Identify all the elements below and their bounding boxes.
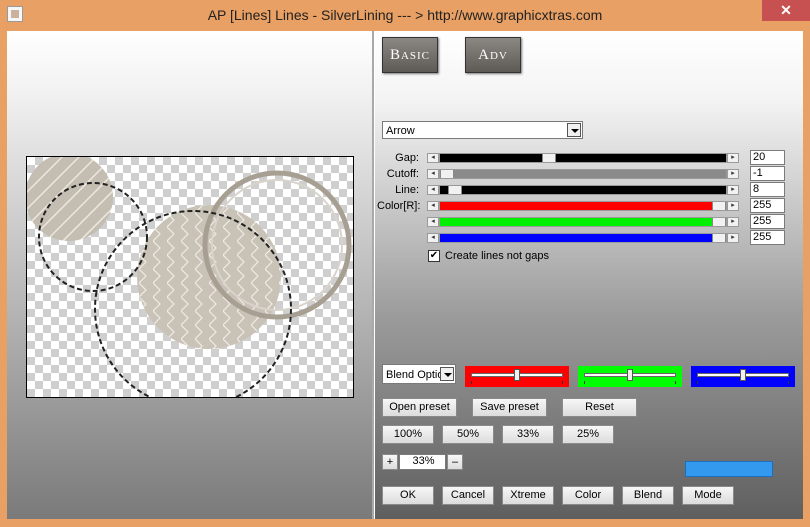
cutoff-slider[interactable]	[439, 169, 727, 179]
close-button[interactable]: ✕	[762, 0, 810, 21]
cutoff-right-arrow-icon[interactable]: ▸	[727, 169, 739, 179]
zoom-100-button[interactable]: 100%	[382, 425, 434, 444]
cutoff-slider-thumb[interactable]	[440, 170, 454, 178]
blend-options-select[interactable]: Blend Optio	[382, 364, 456, 384]
blue-left-arrow-icon[interactable]: ◂	[427, 233, 439, 243]
mode-select-value: Arrow	[386, 125, 415, 137]
line-slider[interactable]	[439, 185, 727, 195]
blend-button[interactable]: Blend	[622, 486, 674, 505]
red-slider[interactable]	[439, 201, 727, 211]
dialog-client: Basic Adv Arrow Gap: ◂ ▸ 20 Cutoff: ◂ ▸ …	[7, 31, 803, 519]
line-slider-fill-right	[462, 186, 726, 194]
green-right-arrow-icon[interactable]: ▸	[727, 217, 739, 227]
create-lines-checkbox[interactable]: ✔	[428, 250, 440, 262]
green-blend-slider[interactable]	[578, 366, 682, 387]
preview-panel	[7, 31, 372, 519]
open-preset-button[interactable]: Open preset	[382, 398, 457, 417]
blue-value-field[interactable]: 255	[750, 230, 785, 245]
title-bar: AP [Lines] Lines - SilverLining --- > ht…	[0, 0, 810, 31]
line-value-field[interactable]: 8	[750, 182, 785, 197]
gap-right-arrow-icon[interactable]: ▸	[727, 153, 739, 163]
mode-select[interactable]: Arrow	[382, 121, 583, 139]
red-left-arrow-icon[interactable]: ◂	[427, 201, 439, 211]
red-slider-thumb[interactable]	[712, 202, 726, 210]
gap-slider-fill-left	[440, 154, 542, 162]
preview-canvas[interactable]	[26, 156, 354, 398]
line-left-arrow-icon[interactable]: ◂	[427, 185, 439, 195]
gap-value-field[interactable]: 20	[750, 150, 785, 165]
blue-blend-knob[interactable]	[740, 369, 746, 381]
blue-slider[interactable]	[439, 233, 727, 243]
reset-button[interactable]: Reset	[562, 398, 637, 417]
green-slider-thumb[interactable]	[712, 218, 726, 226]
zoom-level-field[interactable]: 33%	[399, 454, 446, 470]
red-blend-knob[interactable]	[514, 369, 520, 381]
adv-tab-button[interactable]: Adv	[465, 37, 521, 73]
window-title: AP [Lines] Lines - SilverLining --- > ht…	[207, 7, 603, 23]
cutoff-value-field[interactable]: -1	[750, 166, 785, 181]
blue-blend-ticks	[697, 381, 789, 384]
blue-right-arrow-icon[interactable]: ▸	[727, 233, 739, 243]
blend-options-value: Blend Optio	[386, 369, 444, 381]
line-slider-thumb[interactable]	[448, 186, 462, 194]
red-blend-slider[interactable]	[465, 366, 569, 387]
color-button[interactable]: Color	[562, 486, 614, 505]
gap-slider-fill-right	[556, 154, 726, 162]
green-slider-fill	[440, 218, 712, 226]
green-blend-knob[interactable]	[627, 369, 633, 381]
save-preset-button[interactable]: Save preset	[472, 398, 547, 417]
color-swatch[interactable]	[685, 461, 773, 477]
red-right-arrow-icon[interactable]: ▸	[727, 201, 739, 211]
settings-panel	[375, 31, 803, 519]
red-slider-fill	[440, 202, 712, 210]
xtreme-button[interactable]: Xtreme	[502, 486, 554, 505]
green-slider[interactable]	[439, 217, 727, 227]
zoom-25-button[interactable]: 25%	[562, 425, 614, 444]
gap-slider[interactable]	[439, 153, 727, 163]
zoom-out-button[interactable]: –	[447, 454, 463, 470]
cutoff-slider-fill	[454, 170, 726, 178]
preview-artwork	[27, 157, 352, 397]
zoom-in-button[interactable]: +	[382, 454, 398, 470]
cutoff-left-arrow-icon[interactable]: ◂	[427, 169, 439, 179]
gap-left-arrow-icon[interactable]: ◂	[427, 153, 439, 163]
line-label: Line:	[395, 184, 419, 196]
zoom-33-button[interactable]: 33%	[502, 425, 554, 444]
red-value-field[interactable]: 255	[750, 198, 785, 213]
gap-label: Gap:	[395, 152, 419, 164]
color-r-label: Color[R]:	[377, 200, 421, 212]
blue-blend-slider[interactable]	[691, 366, 795, 387]
blue-slider-fill	[440, 234, 712, 242]
line-slider-fill-left	[440, 186, 448, 194]
chevron-down-icon[interactable]	[567, 123, 581, 137]
mode-button[interactable]: Mode	[682, 486, 734, 505]
green-blend-ticks	[584, 381, 676, 384]
basic-tab-button[interactable]: Basic	[382, 37, 438, 73]
line-right-arrow-icon[interactable]: ▸	[727, 185, 739, 195]
ok-button[interactable]: OK	[382, 486, 434, 505]
cancel-button[interactable]: Cancel	[442, 486, 494, 505]
gap-slider-thumb[interactable]	[542, 154, 556, 162]
create-lines-label: Create lines not gaps	[445, 250, 549, 262]
blue-slider-thumb[interactable]	[712, 234, 726, 242]
chevron-down-icon[interactable]	[440, 367, 454, 381]
cutoff-label: Cutoff:	[386, 168, 419, 180]
green-left-arrow-icon[interactable]: ◂	[427, 217, 439, 227]
green-value-field[interactable]: 255	[750, 214, 785, 229]
red-blend-ticks	[471, 381, 563, 384]
zoom-50-button[interactable]: 50%	[442, 425, 494, 444]
